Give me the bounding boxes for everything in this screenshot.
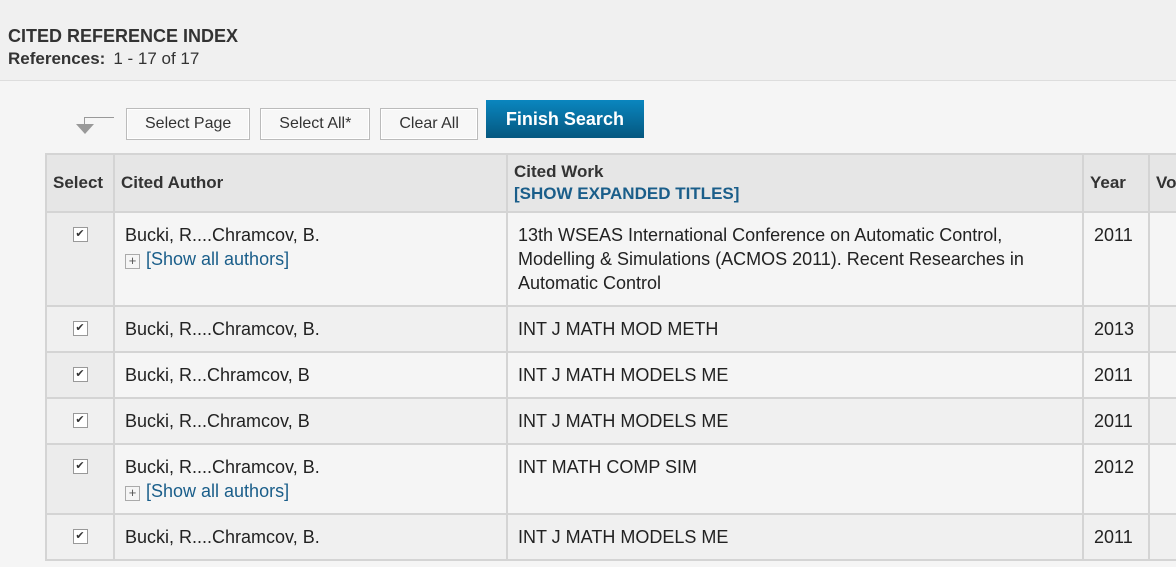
arrow-down-icon [70, 112, 116, 142]
cited-work-cell: INT J MATH MOD METH [506, 305, 1084, 353]
table-row: ✔ Bucki, R...Chramcov, B INT J MATH MODE… [45, 397, 1176, 445]
expand-plus-icon[interactable]: + [125, 254, 140, 269]
page-title: CITED REFERENCE INDEX [8, 26, 239, 46]
refs-label: References: [8, 49, 106, 68]
col-cited-author: Cited Author [113, 153, 508, 213]
cited-reference-table: Select Cited Author Cited Work [SHOW EXPA… [45, 153, 1176, 561]
col-select: Select [45, 153, 115, 213]
year-cell: 2011 [1082, 351, 1150, 399]
volume-cell [1148, 305, 1176, 353]
table-row: ✔ Bucki, R....Chramcov, B. INT J MATH MO… [45, 305, 1176, 353]
row-checkbox[interactable]: ✔ [72, 227, 88, 242]
col-volume: Vo [1148, 153, 1176, 213]
year-cell: 2011 [1082, 397, 1150, 445]
toolbar: Select Page Select All* Clear All Finish… [70, 100, 644, 142]
year-cell: 2011 [1082, 211, 1150, 307]
expand-plus-icon[interactable]: + [125, 486, 140, 501]
cited-author-cell: Bucki, R....Chramcov, B. + [Show all autho… [113, 443, 508, 515]
select-cell: ✔ [45, 211, 115, 307]
cited-author: Bucki, R....Chramcov, B. [125, 319, 320, 339]
show-expanded-titles-link[interactable]: [SHOW EXPANDED TITLES] [514, 184, 739, 203]
volume-cell [1148, 443, 1176, 515]
cited-author: Bucki, R....Chramcov, B. [125, 527, 320, 547]
cited-author: Bucki, R...Chramcov, B [125, 411, 310, 431]
finish-search-button[interactable]: Finish Search [485, 100, 644, 138]
year-cell: 2012 [1082, 443, 1150, 515]
row-checkbox[interactable]: ✔ [72, 413, 88, 428]
clear-all-button[interactable]: Clear All [380, 108, 478, 140]
cited-work-cell: INT MATH COMP SIM [506, 443, 1084, 515]
row-checkbox[interactable]: ✔ [72, 529, 88, 544]
select-all-button[interactable]: Select All* [260, 108, 371, 140]
volume-cell [1148, 397, 1176, 445]
table-row: ✔ Bucki, R...Chramcov, B INT J MATH MODE… [45, 351, 1176, 399]
cited-author-cell: Bucki, R...Chramcov, B [113, 351, 508, 399]
references-count: References: 1 - 17 of 17 [8, 49, 1168, 69]
table-row: ✔ Bucki, R....Chramcov, B. + [Show all aut… [45, 443, 1176, 515]
year-cell: 2011 [1082, 513, 1150, 561]
table-row: ✔ Bucki, R....Chramcov, B. + [Show all aut… [45, 211, 1176, 307]
row-checkbox[interactable]: ✔ [72, 367, 88, 382]
select-cell: ✔ [45, 305, 115, 353]
cited-author-cell: Bucki, R...Chramcov, B [113, 397, 508, 445]
select-cell: ✔ [45, 443, 115, 515]
cited-work-label: Cited Work [514, 162, 604, 181]
select-cell: ✔ [45, 397, 115, 445]
cited-work-cell: INT J MATH MODELS ME [506, 513, 1084, 561]
volume-cell [1148, 513, 1176, 561]
row-checkbox[interactable]: ✔ [72, 321, 88, 336]
table-row: ✔ Bucki, R....Chramcov, B. INT J MATH MO… [45, 513, 1176, 561]
cited-work-cell: 13th WSEAS International Conference on A… [506, 211, 1084, 307]
col-year: Year [1082, 153, 1150, 213]
cited-author: Bucki, R....Chramcov, B. [125, 457, 320, 477]
cited-author: Bucki, R....Chramcov, B. [125, 225, 320, 245]
row-checkbox[interactable]: ✔ [72, 459, 88, 474]
cited-author-cell: Bucki, R....Chramcov, B. [113, 513, 508, 561]
cited-author: Bucki, R...Chramcov, B [125, 365, 310, 385]
cited-author-cell: Bucki, R....Chramcov, B. [113, 305, 508, 353]
show-all-authors-link[interactable]: [Show all authors] [146, 481, 289, 501]
select-cell: ✔ [45, 513, 115, 561]
show-all-authors-link[interactable]: [Show all authors] [146, 249, 289, 269]
cited-author-cell: Bucki, R....Chramcov, B. + [Show all autho… [113, 211, 508, 307]
select-cell: ✔ [45, 351, 115, 399]
cited-work-cell: INT J MATH MODELS ME [506, 351, 1084, 399]
cited-work-cell: INT J MATH MODELS ME [506, 397, 1084, 445]
header: CITED REFERENCE INDEX References: 1 - 17 … [0, 0, 1176, 81]
volume-cell [1148, 211, 1176, 307]
volume-cell [1148, 351, 1176, 399]
year-cell: 2013 [1082, 305, 1150, 353]
col-cited-work: Cited Work [SHOW EXPANDED TITLES] [506, 153, 1084, 213]
select-page-button[interactable]: Select Page [126, 108, 251, 140]
refs-value: 1 - 17 of 17 [113, 49, 200, 68]
